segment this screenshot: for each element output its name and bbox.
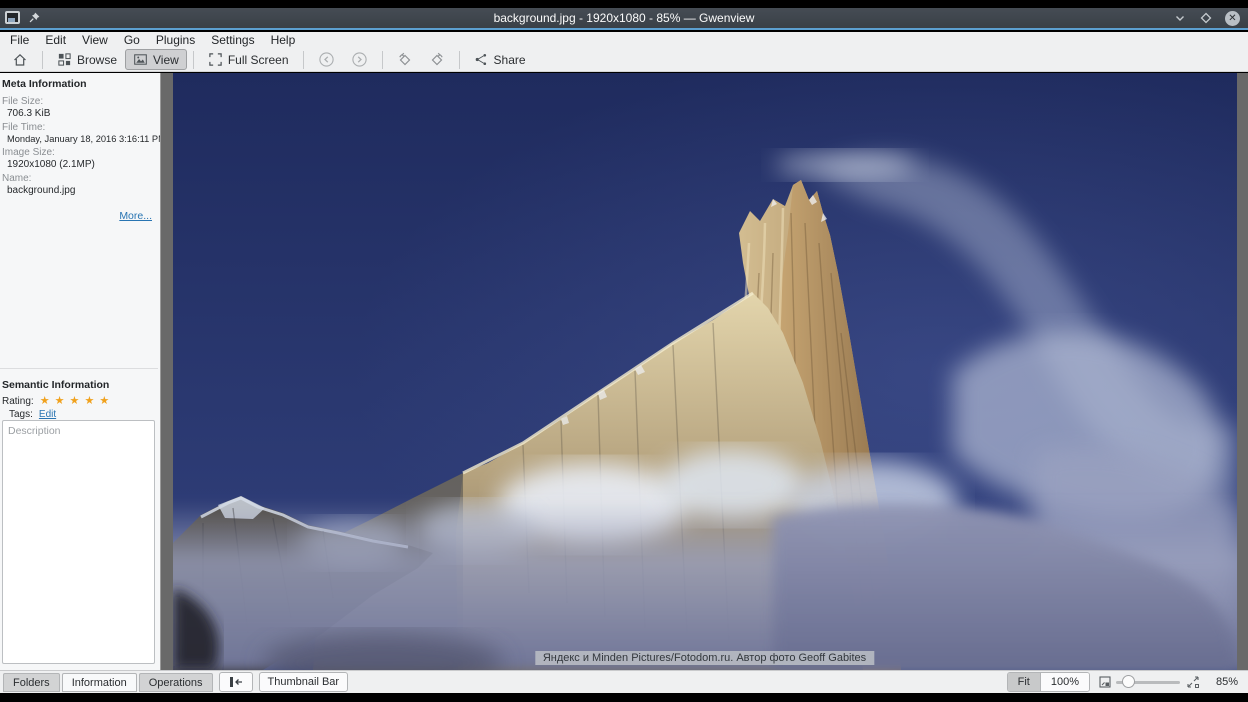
- tab-operations[interactable]: Operations: [139, 673, 213, 692]
- tab-information[interactable]: Information: [62, 673, 137, 692]
- view-label: View: [153, 53, 179, 67]
- meta-field-label: File Time:: [0, 119, 160, 133]
- meta-information-title: Meta Information: [0, 73, 160, 93]
- toolbar-separator: [303, 51, 304, 69]
- share-button[interactable]: Share: [466, 49, 534, 70]
- thumbnail-bar-label: Thumbnail Bar: [268, 676, 340, 688]
- toolbar: Browse View Full Screen: [0, 48, 1248, 72]
- meta-field-value: background.jpg: [0, 184, 160, 196]
- next-button[interactable]: [343, 49, 376, 70]
- window-title: background.jpg - 1920x1080 - 85% — Gwenv…: [0, 11, 1248, 25]
- photo-mountain: [173, 73, 1237, 670]
- information-sidebar: Meta Information File Size: 706.3 KiB Fi…: [0, 73, 160, 670]
- more-link[interactable]: More...: [119, 210, 152, 222]
- zoom-in-icon: [1186, 675, 1200, 689]
- zoom-slider-knob[interactable]: [1122, 675, 1135, 688]
- menu-help[interactable]: Help: [263, 32, 304, 48]
- sidebar-tabs: Folders Information Operations: [3, 673, 213, 692]
- pin-icon[interactable]: [28, 11, 41, 24]
- browse-label: Browse: [77, 53, 117, 67]
- home-button[interactable]: [4, 49, 36, 70]
- view-image-icon: [133, 52, 148, 67]
- rating-label: Rating:: [2, 396, 34, 407]
- tags-edit-link[interactable]: Edit: [39, 409, 56, 420]
- meta-field-label: Name:: [0, 170, 160, 184]
- zoom-out-icon: [1098, 675, 1112, 689]
- browse-grid-icon: [57, 52, 72, 67]
- meta-field-label: Image Size:: [0, 144, 160, 158]
- fullscreen-icon: [208, 52, 223, 67]
- image-view[interactable]: Яндекс и Minden Pictures/Fotodom.ru. Авт…: [160, 73, 1248, 670]
- browse-button[interactable]: Browse: [49, 49, 125, 70]
- rotate-right-button[interactable]: [421, 49, 453, 70]
- rating-stars[interactable]: ★ ★ ★ ★ ★: [40, 394, 111, 407]
- tab-folders[interactable]: Folders: [3, 673, 60, 692]
- zoom-in-button[interactable]: [1186, 675, 1200, 689]
- zoom-percentage: 85%: [1204, 676, 1238, 688]
- image-caption: Яндекс и Minden Pictures/Fotodom.ru. Авт…: [535, 651, 874, 665]
- home-icon: [12, 52, 28, 68]
- sidebar-divider: [0, 368, 158, 369]
- tags-label: Tags:: [9, 409, 33, 420]
- sidebar-collapse-icon: [228, 675, 244, 689]
- share-label: Share: [494, 53, 526, 67]
- rotate-right-icon: [429, 52, 445, 68]
- zoom-out-button[interactable]: [1098, 675, 1112, 689]
- description-input[interactable]: [2, 420, 155, 664]
- zoom-mode-group: Fit 100%: [1007, 672, 1090, 692]
- toolbar-separator: [459, 51, 460, 69]
- rotate-left-button[interactable]: [389, 49, 421, 70]
- meta-field-value: 1920x1080 (2.1MP): [0, 158, 160, 170]
- toolbar-separator: [193, 51, 194, 69]
- menu-go[interactable]: Go: [116, 32, 148, 48]
- toolbar-separator: [42, 51, 43, 69]
- meta-field-value: 706.3 KiB: [0, 107, 160, 119]
- previous-button[interactable]: [310, 49, 343, 70]
- zoom-slider[interactable]: [1116, 674, 1180, 690]
- semantic-information-title: Semantic Information: [0, 374, 160, 394]
- fullscreen-label: Full Screen: [228, 53, 289, 67]
- fit-button[interactable]: Fit: [1008, 673, 1040, 691]
- minimize-button[interactable]: [1173, 11, 1187, 25]
- meta-field-value: Monday, January 18, 2016 3:16:11 PM MSK: [0, 133, 160, 144]
- rotate-left-icon: [397, 52, 413, 68]
- main-area: Meta Information File Size: 706.3 KiB Fi…: [0, 73, 1248, 670]
- menu-settings[interactable]: Settings: [203, 32, 262, 48]
- gwenview-window: background.jpg - 1920x1080 - 85% — Gwenv…: [0, 0, 1248, 702]
- thumbnail-bar-button[interactable]: Thumbnail Bar: [259, 672, 349, 692]
- share-icon: [474, 52, 489, 67]
- menu-file[interactable]: File: [2, 32, 37, 48]
- view-button[interactable]: View: [125, 49, 187, 70]
- fullscreen-button[interactable]: Full Screen: [200, 49, 297, 70]
- app-icon[interactable]: [5, 11, 20, 24]
- zoom-100-button[interactable]: 100%: [1040, 673, 1089, 691]
- maximize-button[interactable]: [1199, 11, 1213, 25]
- screen-letterbox: [0, 693, 1248, 702]
- previous-icon: [318, 51, 335, 68]
- toolbar-separator: [382, 51, 383, 69]
- menubar: File Edit View Go Plugins Settings Help: [0, 32, 1248, 48]
- toggle-sidebar-button[interactable]: [219, 672, 253, 692]
- close-button[interactable]: ✕: [1225, 11, 1240, 26]
- menu-edit[interactable]: Edit: [37, 32, 74, 48]
- menu-plugins[interactable]: Plugins: [148, 32, 203, 48]
- next-icon: [351, 51, 368, 68]
- titlebar[interactable]: background.jpg - 1920x1080 - 85% — Gwenv…: [0, 8, 1248, 30]
- menu-view[interactable]: View: [74, 32, 116, 48]
- meta-field-label: File Size:: [0, 93, 160, 107]
- statusbar: Folders Information Operations Thumbnail…: [0, 670, 1248, 693]
